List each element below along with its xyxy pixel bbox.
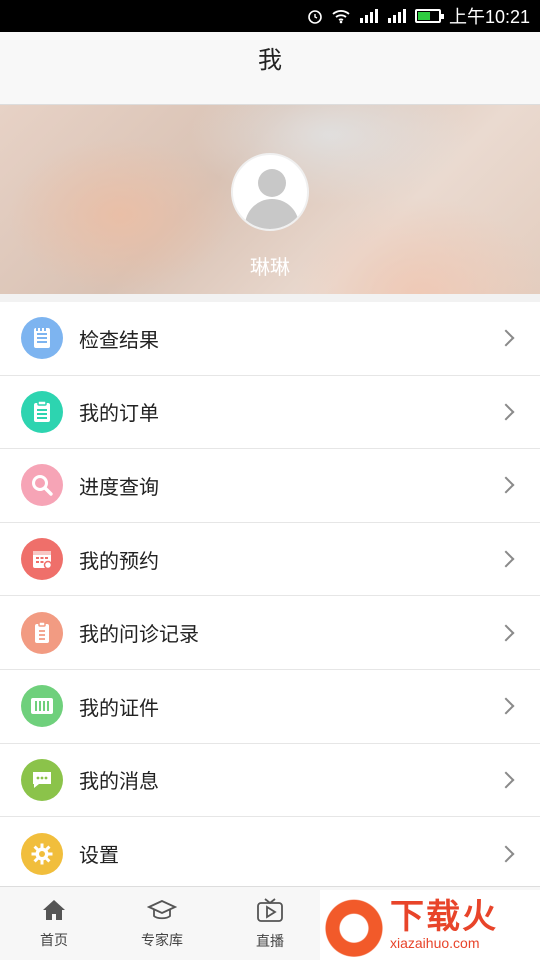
- chevron-right-icon: [497, 697, 515, 715]
- menu-label: 设置: [79, 843, 119, 868]
- menu-label: 我的消息: [79, 769, 159, 794]
- menu-item-check-results[interactable]: 检查结果: [0, 302, 540, 376]
- menu-label: 我的订单: [79, 401, 159, 426]
- menu-item-my-appointments[interactable]: 我的预约: [0, 523, 540, 597]
- chevron-right-icon: [497, 845, 515, 863]
- profile-banner: 琳琳: [0, 105, 540, 294]
- watermark-url: xiazaihuo.com: [390, 935, 480, 951]
- username: 琳琳: [250, 255, 290, 279]
- avatar-head: [258, 169, 286, 197]
- watermark-text: 下载火 xiazaihuo.com: [390, 899, 498, 951]
- gear-icon: [21, 832, 63, 875]
- menu-item-consultation-records[interactable]: 我的问诊记录: [0, 596, 540, 670]
- nav-label: 专家库: [141, 932, 183, 949]
- menu-label: 我的预约: [79, 548, 159, 573]
- chevron-right-icon: [497, 403, 515, 421]
- watermark-title: 下载火: [390, 897, 498, 937]
- menu-item-my-messages[interactable]: 我的消息: [0, 744, 540, 818]
- flame-logo-icon: [322, 893, 386, 957]
- chevron-right-icon: [497, 476, 515, 494]
- avatar[interactable]: [231, 153, 309, 231]
- status-time: 上午10:21: [448, 7, 530, 27]
- menu-item-my-orders[interactable]: 我的订单: [0, 376, 540, 450]
- status-bar: 上午10:21: [0, 0, 540, 32]
- menu-item-progress-query[interactable]: 进度查询: [0, 449, 540, 523]
- signal-icon-2: [387, 8, 407, 24]
- alarm-icon: [307, 8, 323, 24]
- menu-item-my-documents[interactable]: 我的证件: [0, 670, 540, 744]
- chevron-right-icon: [497, 624, 515, 642]
- home-icon: [41, 898, 67, 926]
- search-icon: [21, 464, 63, 507]
- nav-label: 首页: [40, 932, 68, 949]
- menu-label: 检查结果: [79, 327, 159, 352]
- id-card-icon: [21, 685, 63, 728]
- menu-label: 我的问诊记录: [79, 622, 199, 647]
- calendar-icon: [21, 538, 63, 581]
- nav-home[interactable]: 首页: [0, 887, 108, 960]
- menu-label: 我的证件: [79, 695, 159, 720]
- menu-item-settings[interactable]: 设置: [0, 817, 540, 891]
- page-title: 我: [258, 46, 282, 74]
- message-icon: [21, 758, 63, 801]
- chevron-right-icon: [497, 329, 515, 347]
- chevron-right-icon: [497, 550, 515, 568]
- clipboard-icon: [21, 611, 63, 654]
- order-clipboard-icon: [21, 390, 63, 433]
- menu-list: 检查结果 我的订单 进度查询 我的预约 我的问诊记录 我的证件 我的消息 设置: [0, 302, 540, 891]
- nav-label: 直播: [256, 933, 284, 950]
- nav-experts[interactable]: 专家库: [108, 887, 216, 960]
- nav-live[interactable]: 直播: [216, 887, 324, 960]
- chevron-right-icon: [497, 771, 515, 789]
- battery-fill: [417, 12, 430, 20]
- wifi-icon: [331, 8, 351, 24]
- battery-icon: [414, 9, 444, 23]
- graduation-cap-icon: [146, 898, 178, 926]
- menu-label: 进度查询: [79, 474, 159, 499]
- report-icon: [21, 317, 63, 360]
- avatar-body: [245, 199, 299, 229]
- watermark: 下载火 xiazaihuo.com: [320, 890, 540, 960]
- signal-icon: [359, 8, 379, 24]
- title-bar: 我: [0, 32, 540, 105]
- tv-play-icon: [256, 897, 284, 927]
